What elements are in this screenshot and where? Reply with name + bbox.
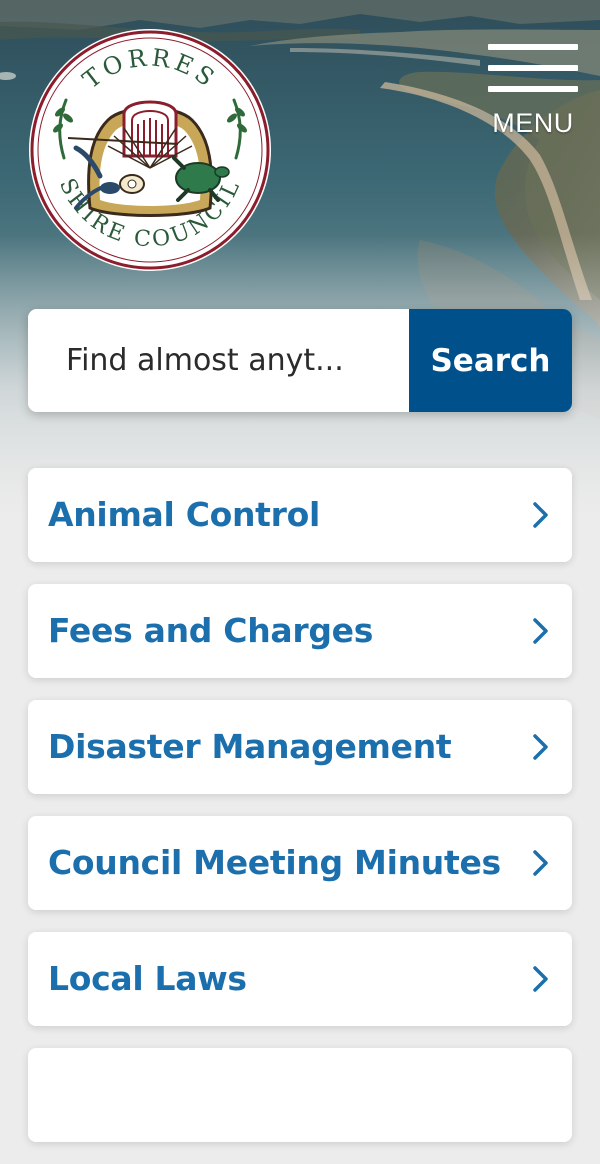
- torres-shire-council-logo[interactable]: TORRES SHIRE COUNCIL: [28, 28, 272, 272]
- search-button[interactable]: Search: [409, 309, 572, 412]
- quick-link-local-laws[interactable]: Local Laws: [28, 932, 572, 1026]
- hamburger-icon-bar-1: [488, 44, 578, 50]
- quick-link-label: Local Laws: [48, 959, 247, 998]
- menu-label: MENU: [492, 108, 574, 138]
- chevron-right-icon: [533, 966, 548, 992]
- quick-link-label: Animal Control: [48, 495, 321, 534]
- chevron-right-icon: [533, 734, 548, 760]
- menu-button[interactable]: MENU: [486, 44, 580, 144]
- quick-link-label: Fees and Charges: [48, 611, 374, 650]
- quick-links-list: Animal Control Fees and Charges Disaster…: [28, 468, 572, 1164]
- chevron-right-icon: [533, 618, 548, 644]
- quick-link-partial[interactable]: [28, 1048, 572, 1142]
- hamburger-icon-bar-2: [488, 65, 578, 71]
- quick-link-label: Disaster Management: [48, 727, 452, 766]
- hamburger-icon-bar-3: [488, 86, 578, 92]
- search-input[interactable]: [28, 309, 409, 412]
- chevron-right-icon: [533, 850, 548, 876]
- search-bar: Search: [28, 309, 572, 412]
- chevron-right-icon: [533, 502, 548, 528]
- quick-link-animal-control[interactable]: Animal Control: [28, 468, 572, 562]
- quick-link-fees-and-charges[interactable]: Fees and Charges: [28, 584, 572, 678]
- quick-link-label: Council Meeting Minutes: [48, 843, 501, 882]
- quick-link-disaster-management[interactable]: Disaster Management: [28, 700, 572, 794]
- quick-link-council-meeting-minutes[interactable]: Council Meeting Minutes: [28, 816, 572, 910]
